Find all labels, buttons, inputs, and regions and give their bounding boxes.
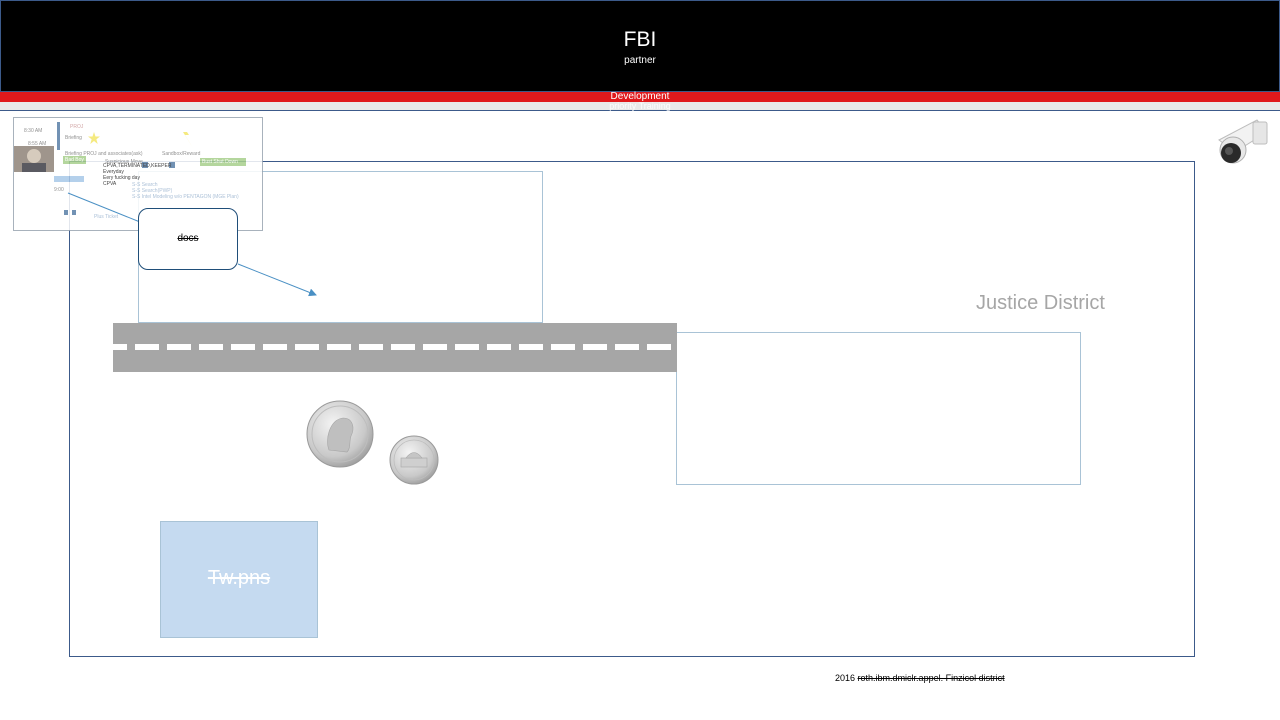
docs-label: docs [177, 233, 199, 244]
dime-coin-icon [306, 400, 374, 468]
nickel-coin-icon [389, 435, 439, 485]
twpns-label: Tw.pns [207, 567, 271, 589]
security-camera-icon [1218, 119, 1268, 164]
thumbnail-to-docs-connector [67, 192, 141, 223]
footer-struck-text: roth.ibm.dmiclr.appel. Finzicol district [857, 673, 1005, 683]
footer-note: 2016 roth.ibm.dmiclr.appel. Finzicol dis… [835, 673, 1005, 683]
footer-year: 2016 [835, 673, 856, 683]
docs-arrow [237, 263, 317, 297]
